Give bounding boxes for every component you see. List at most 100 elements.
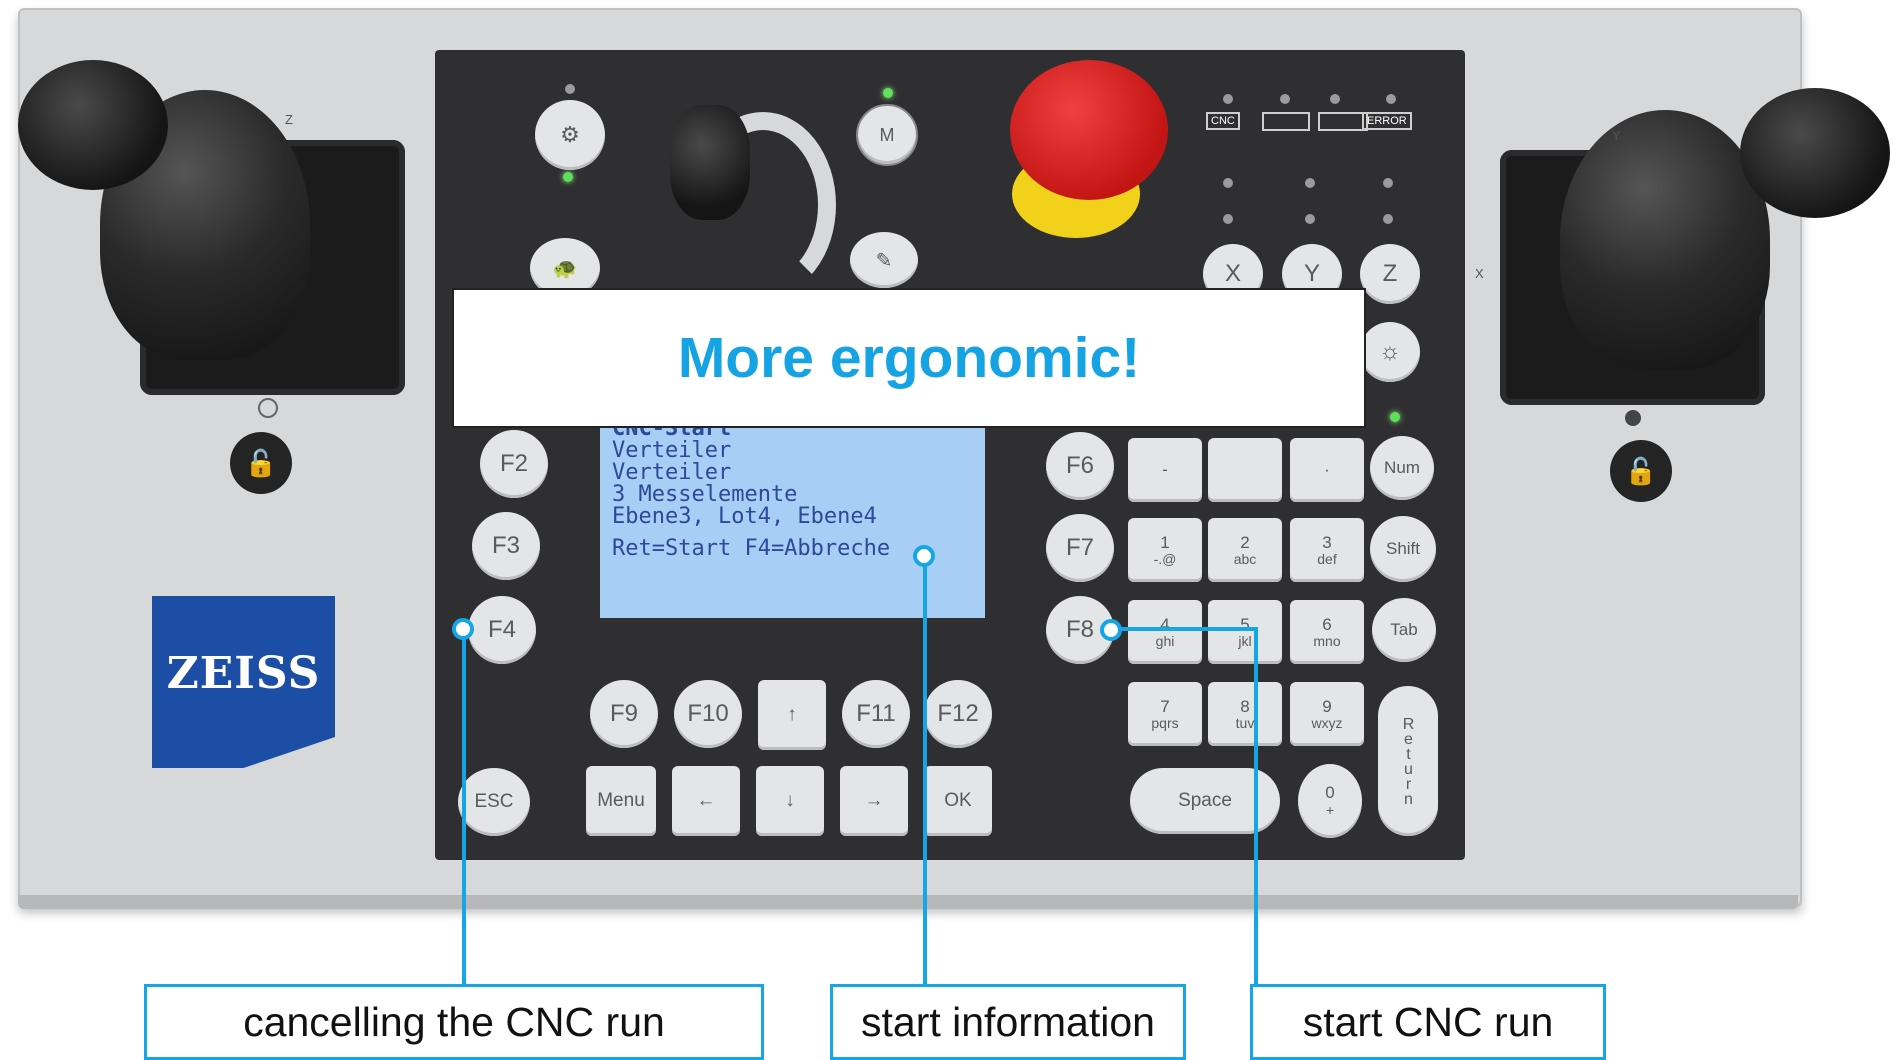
digit: 3 xyxy=(1322,532,1332,552)
callout-info: start information xyxy=(830,984,1186,1060)
f6-button[interactable]: F6 xyxy=(1046,432,1114,500)
motor-label: M xyxy=(879,124,895,145)
numpad-1[interactable]: 1 -.@ xyxy=(1128,518,1202,582)
f9-button[interactable]: F9 xyxy=(590,680,658,748)
status-dot-cnc xyxy=(1223,94,1233,104)
callout-dot-cancel xyxy=(452,618,474,640)
status-dot-error xyxy=(1386,94,1396,104)
indicator-dot xyxy=(1223,214,1233,224)
status-label-collision xyxy=(1318,112,1368,131)
f3-label: F3 xyxy=(491,532,520,559)
f10-button[interactable]: F10 xyxy=(674,680,742,748)
status-label-cnc: CNC xyxy=(1206,112,1240,130)
callout-hline-start xyxy=(1108,627,1256,631)
f12-button[interactable]: F12 xyxy=(924,680,992,748)
f11-label: F11 xyxy=(856,700,896,727)
numpad-0[interactable]: 0 + xyxy=(1298,764,1362,838)
axis-z-button[interactable]: Z xyxy=(1360,244,1420,304)
f11-button[interactable]: F11 xyxy=(842,680,910,748)
arrow-right-button[interactable]: → xyxy=(840,766,908,836)
letters: abc xyxy=(1233,550,1257,567)
right-joystick-axis-label-x: X xyxy=(1475,266,1484,281)
motor-button[interactable]: M xyxy=(856,104,918,166)
lcd-line: Ebene3, Lot4, Ebene4 xyxy=(612,504,877,529)
minus-label: - xyxy=(1162,460,1168,480)
numpad-8[interactable]: 8 tuv xyxy=(1208,682,1282,746)
unlock-icon: 🔓 xyxy=(244,447,278,478)
callout-dot-info xyxy=(913,545,935,567)
f3-button[interactable]: F3 xyxy=(472,512,540,580)
ok-label: OK xyxy=(944,790,972,811)
axis-y-label: Y xyxy=(1303,260,1320,287)
arrow-down-button[interactable]: ↓ xyxy=(756,766,824,836)
numpad-7[interactable]: 7 pqrs xyxy=(1128,682,1202,746)
num-key[interactable]: Num xyxy=(1370,436,1434,500)
f7-button[interactable]: F7 xyxy=(1046,514,1114,582)
right-joystick[interactable] xyxy=(1560,110,1770,370)
arrow-down-icon: ↓ xyxy=(785,790,795,811)
letters: -.@ xyxy=(1153,550,1177,567)
space-label: Space xyxy=(1178,790,1232,811)
digit: 7 xyxy=(1160,696,1170,716)
numpad-4[interactable]: 4 ghi xyxy=(1128,600,1202,664)
status-dot-3 xyxy=(1330,94,1340,104)
numpad-9[interactable]: 9 wxyz xyxy=(1290,682,1364,746)
right-joystick-knob[interactable] xyxy=(1740,88,1890,218)
lcd-line: Verteiler xyxy=(612,438,732,463)
menu-button[interactable]: Menu xyxy=(586,766,656,836)
shift-key[interactable]: Shift xyxy=(1370,516,1436,582)
dot-key[interactable]: · xyxy=(1290,438,1364,502)
probe-icon: ✎ xyxy=(875,249,893,272)
digit: 1 xyxy=(1160,532,1170,552)
letters: mno xyxy=(1313,632,1341,649)
emergency-stop-button[interactable] xyxy=(1010,60,1168,200)
f4-button[interactable]: F4 xyxy=(468,596,536,664)
callout-line-info xyxy=(923,555,927,986)
return-label: Return xyxy=(1400,716,1417,806)
speed-led xyxy=(563,172,573,182)
letters: + xyxy=(1325,803,1335,819)
light-button[interactable]: ☼ xyxy=(1360,322,1420,382)
left-lock-button[interactable]: 🔓 xyxy=(230,432,292,494)
letters: def xyxy=(1317,550,1337,567)
numpad-5[interactable]: 5 jkl xyxy=(1208,600,1282,664)
arrow-up-button[interactable]: ↑ xyxy=(758,680,826,750)
right-joystick-axis-label-y: Y xyxy=(1612,128,1621,143)
right-lock-button[interactable]: 🔓 xyxy=(1610,440,1672,502)
f8-label: F8 xyxy=(1065,616,1094,643)
speed-dial-knob[interactable] xyxy=(670,105,750,220)
tab-label: Tab xyxy=(1390,620,1418,639)
indicator-dot xyxy=(1383,178,1393,188)
callout-start-text: start CNC run xyxy=(1302,998,1554,1045)
ok-button[interactable]: OK xyxy=(924,766,992,836)
left-joystick-knob[interactable] xyxy=(18,60,168,190)
motor-led xyxy=(883,88,893,98)
letters: tuv xyxy=(1235,714,1255,731)
probe-button[interactable]: ✎ xyxy=(850,232,918,288)
digit: 9 xyxy=(1322,696,1332,716)
indicator-dot xyxy=(1223,178,1233,188)
esc-label: ESC xyxy=(474,791,514,812)
fast-icon: ⚙ xyxy=(560,122,580,147)
arrow-left-button[interactable]: ← xyxy=(672,766,740,836)
f2-button[interactable]: F2 xyxy=(480,430,548,498)
numpad-6[interactable]: 6 mno xyxy=(1290,600,1364,664)
callout-line-start xyxy=(1254,627,1258,986)
blank-key[interactable] xyxy=(1208,438,1282,502)
menu-label: Menu xyxy=(597,790,645,811)
arrow-left-icon: ← xyxy=(696,790,716,811)
minus-key[interactable]: - xyxy=(1128,438,1202,502)
tab-key[interactable]: Tab xyxy=(1372,598,1436,662)
status-label-probe xyxy=(1262,112,1310,131)
status-label-error: ERROR xyxy=(1362,112,1412,130)
numpad-2[interactable]: 2 abc xyxy=(1208,518,1282,582)
return-key[interactable]: Return xyxy=(1378,686,1438,836)
digit: 6 xyxy=(1322,614,1332,634)
callout-cancel: cancelling the CNC run xyxy=(144,984,764,1060)
esc-button[interactable]: ESC xyxy=(458,768,530,836)
digit: 8 xyxy=(1240,696,1250,716)
fast-mode-button[interactable]: ⚙ xyxy=(535,100,605,170)
indicator-dot xyxy=(565,84,575,94)
f7-label: F7 xyxy=(1065,534,1094,561)
numpad-3[interactable]: 3 def xyxy=(1290,518,1364,582)
